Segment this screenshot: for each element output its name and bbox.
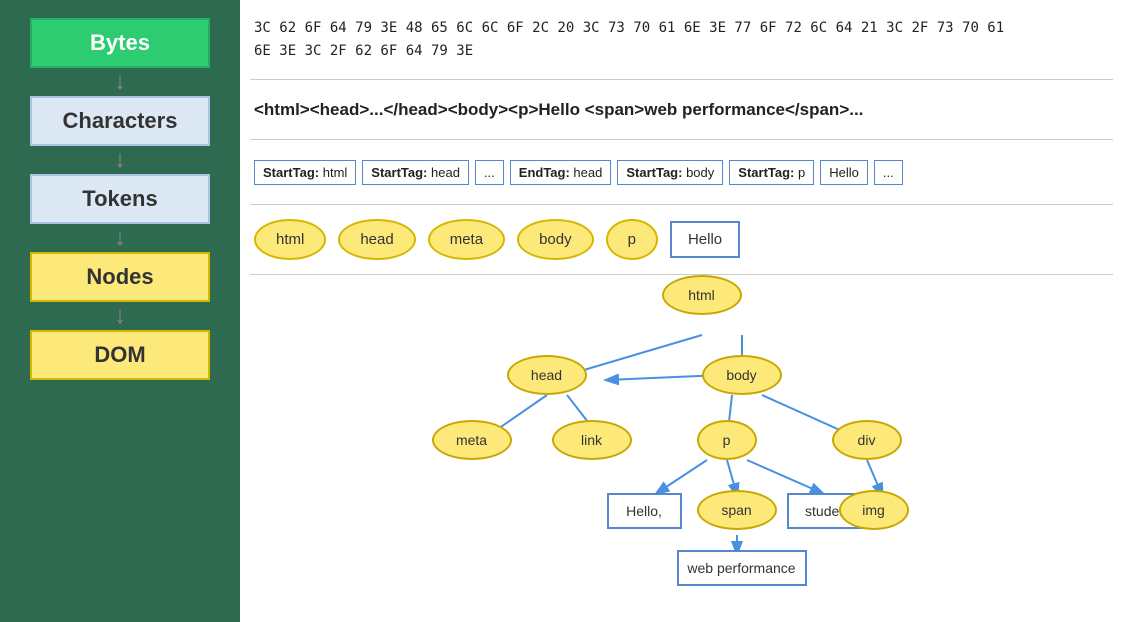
node-hello-box: Hello [670, 221, 740, 258]
nodes-section: html head meta body p Hello [250, 205, 1113, 275]
token-dots1: ... [475, 160, 504, 185]
dom-body: body [702, 355, 782, 395]
bytes-box: Bytes [30, 18, 210, 68]
node-body: body [517, 219, 594, 260]
token-starthead-label: StartTag: [371, 165, 427, 180]
node-meta: meta [428, 219, 505, 260]
characters-label: Characters [63, 108, 178, 133]
nodes-row: html head meta body p Hello [254, 219, 740, 260]
bytes-line1: 3C 62 6F 64 79 3E 48 65 6C 6C 6F 2C 20 3… [254, 20, 1004, 36]
dom-img: img [839, 490, 909, 530]
bytes-label: Bytes [90, 30, 150, 55]
nodes-label: Nodes [86, 264, 153, 289]
content-area: 3C 62 6F 64 79 3E 48 65 6C 6C 6F 2C 20 3… [240, 0, 1123, 622]
tokens-row: StartTag: html StartTag: head ... EndTag… [254, 160, 903, 185]
bytes-text: 3C 62 6F 64 79 3E 48 65 6C 6C 6F 2C 20 3… [254, 17, 1004, 62]
dom-box: DOM [30, 330, 210, 380]
arrow-tokens-nodes: ↓ [114, 226, 126, 250]
pipeline: Bytes ↓ Characters ↓ Tokens ↓ Nodes ↓ DO… [0, 0, 240, 622]
arrow-chars-tokens: ↓ [114, 148, 126, 172]
dom-meta: meta [432, 420, 512, 460]
dom-p: p [697, 420, 757, 460]
node-head: head [338, 219, 415, 260]
token-startbody-label: StartTag: [626, 165, 682, 180]
characters-box: Characters [30, 96, 210, 146]
dom-webperf-rect: web performance [677, 550, 807, 586]
characters-section: <html><head>...</head><body><p>Hello <sp… [250, 80, 1113, 140]
tokens-section: StartTag: html StartTag: head ... EndTag… [250, 140, 1113, 205]
dom-tree: html head body meta link p div Hello, sp… [352, 275, 1012, 585]
token-endhead: EndTag: head [510, 160, 612, 185]
arrow-bytes-chars: ↓ [114, 70, 126, 94]
token-endhead-label: EndTag: [519, 165, 570, 180]
token-startbody: StartTag: body [617, 160, 723, 185]
characters-value: <html><head>...</head><body><p>Hello <sp… [254, 100, 863, 119]
token-dots2: ... [874, 160, 903, 185]
arrow-nodes-dom: ↓ [114, 304, 126, 328]
tokens-box: Tokens [30, 174, 210, 224]
token-starthtml-label: StartTag: [263, 165, 319, 180]
main-container: Bytes ↓ Characters ↓ Tokens ↓ Nodes ↓ DO… [0, 0, 1123, 622]
dom-section: html head body meta link p div Hello, sp… [250, 275, 1113, 622]
token-startp: StartTag: p [729, 160, 814, 185]
node-p: p [606, 219, 658, 260]
token-starthtml: StartTag: html [254, 160, 356, 185]
dom-hello-rect: Hello, [607, 493, 682, 529]
dom-label: DOM [94, 342, 145, 367]
dom-head: head [507, 355, 587, 395]
dom-html: html [662, 275, 742, 315]
dom-link: link [552, 420, 632, 460]
token-starthead: StartTag: head [362, 160, 469, 185]
bytes-line2: 6E 3E 3C 2F 62 6F 64 79 3E [254, 43, 473, 59]
node-html: html [254, 219, 326, 260]
characters-text: <html><head>...</head><body><p>Hello <sp… [254, 100, 863, 120]
token-startp-label: StartTag: [738, 165, 794, 180]
nodes-box: Nodes [30, 252, 210, 302]
tokens-label: Tokens [82, 186, 157, 211]
dom-div: div [832, 420, 902, 460]
bytes-section: 3C 62 6F 64 79 3E 48 65 6C 6C 6F 2C 20 3… [250, 0, 1113, 80]
dom-span: span [697, 490, 777, 530]
token-hello: Hello [820, 160, 868, 185]
